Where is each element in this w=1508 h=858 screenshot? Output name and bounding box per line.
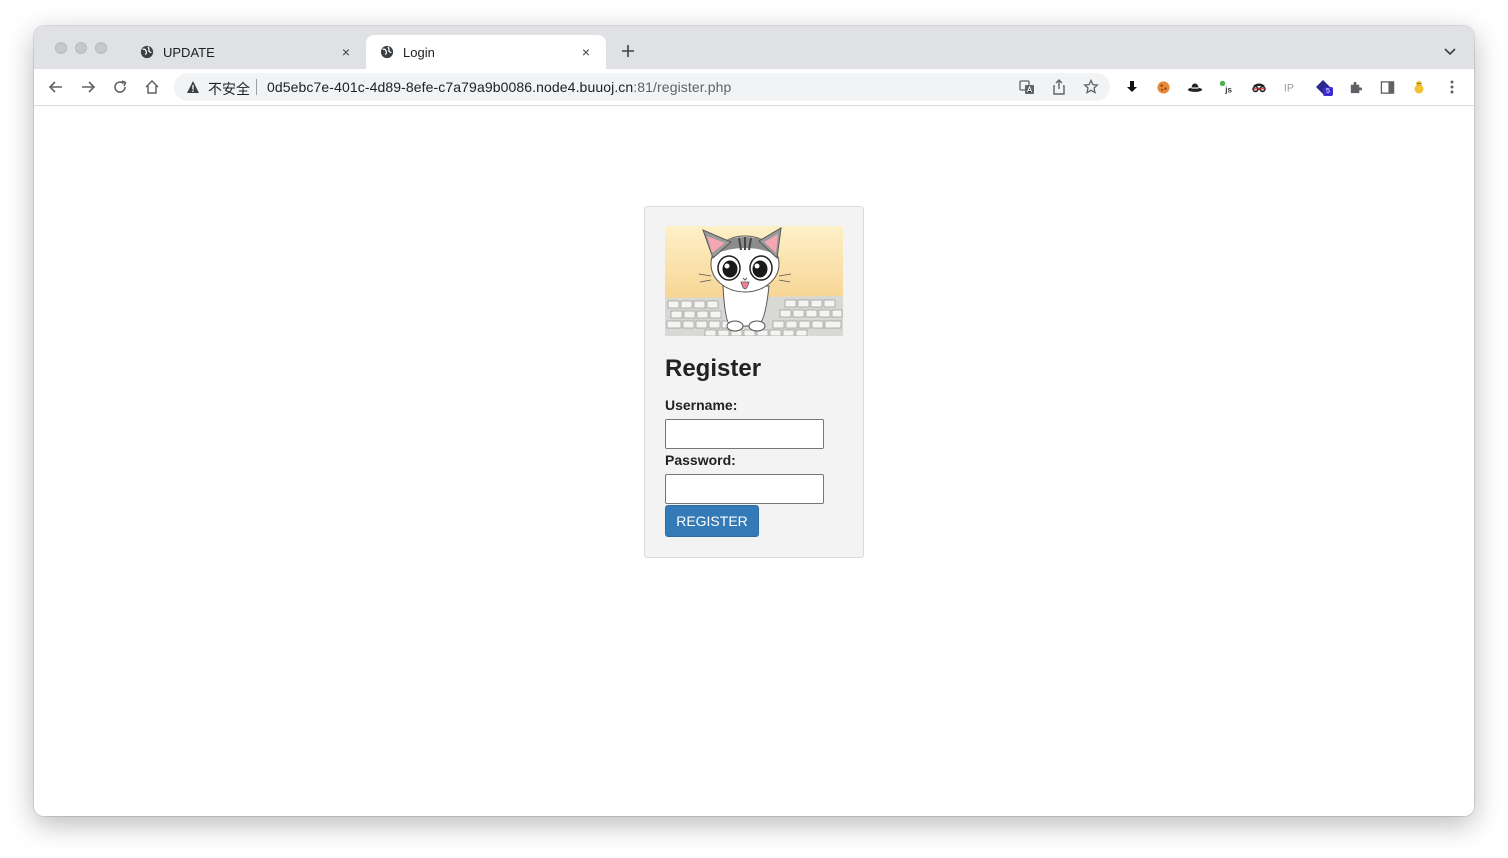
download-extension-icon[interactable] <box>1124 79 1140 95</box>
tab-title: Login <box>403 44 435 60</box>
reload-button[interactable] <box>110 77 130 97</box>
close-tab-icon[interactable]: × <box>338 44 354 60</box>
arrow-left-icon <box>48 81 62 93</box>
home-icon <box>145 79 159 94</box>
tab-update[interactable]: UPDATE × <box>126 35 366 69</box>
svg-text:IP: IP <box>1284 82 1294 94</box>
svg-text:js: js <box>1224 85 1232 94</box>
profile-avatar-icon[interactable] <box>1411 79 1427 95</box>
close-window-button[interactable] <box>55 42 67 54</box>
password-label: Password: <box>665 452 736 468</box>
chevron-down-icon[interactable] <box>1442 43 1458 59</box>
browser-toolbar: 不安全 0d5ebc7e-401c-4d89-8efe-c7a79a9b0086… <box>34 69 1474 106</box>
bookmark-star-icon[interactable] <box>1083 79 1099 95</box>
reload-icon <box>114 80 127 93</box>
hat-extension-icon[interactable] <box>1187 79 1203 95</box>
minimize-window-button[interactable] <box>75 42 87 54</box>
tab-title: UPDATE <box>163 44 215 60</box>
cat-keyboard-image <box>665 226 843 336</box>
ip-extension-icon[interactable]: IP <box>1283 79 1299 95</box>
maximize-window-button[interactable] <box>95 42 107 54</box>
password-input[interactable] <box>665 474 824 504</box>
new-tab-button[interactable] <box>618 41 638 61</box>
url-text[interactable]: 0d5ebc7e-401c-4d89-8efe-c7a79a9b0086.nod… <box>267 79 731 95</box>
address-bar[interactable]: 不安全 0d5ebc7e-401c-4d89-8efe-c7a79a9b0086… <box>174 73 1110 101</box>
address-divider <box>256 79 257 95</box>
page-title: Register <box>665 355 762 382</box>
close-tab-icon[interactable]: × <box>578 44 594 60</box>
browser-window: UPDATE × Login × 不安全 0d5ebc7e-401c-4d89-… <box>34 26 1474 816</box>
cookie-extension-icon[interactable] <box>1155 79 1171 95</box>
share-icon[interactable] <box>1051 79 1067 95</box>
warning-icon[interactable] <box>186 80 200 94</box>
username-input[interactable] <box>665 419 824 449</box>
url-host: 0d5ebc7e-401c-4d89-8efe-c7a79a9b0086.nod… <box>267 79 634 95</box>
home-button[interactable] <box>142 77 162 97</box>
page-viewport: Register Username: Password: REGISTER <box>34 107 1474 816</box>
browser-menu-icon[interactable] <box>1444 79 1460 95</box>
incognito-extension-icon[interactable] <box>1251 79 1267 95</box>
arrow-right-icon <box>82 81 96 93</box>
translate-icon[interactable] <box>1019 79 1035 95</box>
puzzle-extensions-icon[interactable] <box>1347 79 1363 95</box>
back-button[interactable] <box>46 77 66 97</box>
plus-icon <box>622 45 634 57</box>
register-form: Register Username: Password: REGISTER <box>644 206 864 558</box>
security-label: 不安全 <box>208 81 250 97</box>
tab-strip: UPDATE × Login × <box>34 26 1474 69</box>
hackbar-extension-icon[interactable]: 5 <box>1315 79 1333 96</box>
url-path: :81/register.php <box>633 79 732 95</box>
side-panel-icon[interactable] <box>1379 79 1395 95</box>
js-extension-icon[interactable]: js <box>1219 79 1235 95</box>
globe-icon <box>380 45 394 59</box>
forward-button[interactable] <box>78 77 98 97</box>
extension-badge: 5 <box>1323 87 1333 96</box>
register-button[interactable]: REGISTER <box>665 505 759 537</box>
username-label: Username: <box>665 397 738 413</box>
tab-login[interactable]: Login × <box>366 35 606 69</box>
globe-icon <box>140 45 154 59</box>
